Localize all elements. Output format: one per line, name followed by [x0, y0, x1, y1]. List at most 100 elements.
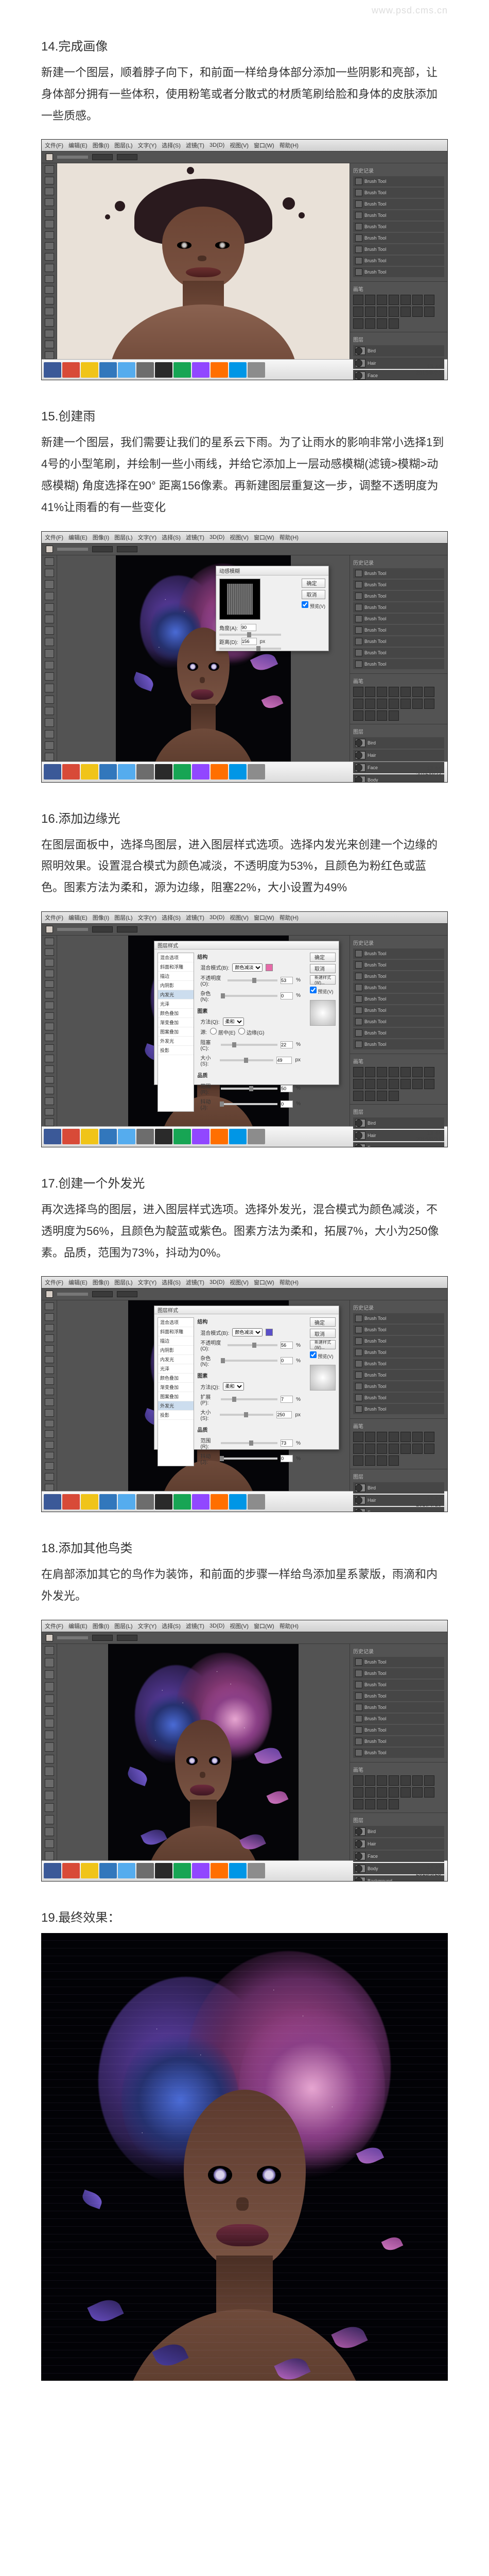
brush-preset[interactable]	[353, 699, 363, 709]
brush-preset[interactable]	[389, 1079, 399, 1089]
menu-item[interactable]: 窗口(W)	[254, 1622, 274, 1630]
brush-preset[interactable]	[424, 1079, 434, 1089]
menu-item[interactable]: 编辑(E)	[68, 141, 88, 149]
tool[interactable]	[45, 569, 54, 577]
brush-preset[interactable]	[353, 1432, 363, 1442]
history-item[interactable]: Brush Tool	[353, 1325, 444, 1335]
history-item[interactable]: Brush Tool	[353, 1028, 444, 1038]
history-item[interactable]: Brush Tool	[353, 1347, 444, 1358]
taskbar-icon[interactable]	[173, 764, 191, 779]
opacity-input[interactable]	[281, 977, 293, 984]
tool[interactable]	[45, 741, 54, 750]
style-list[interactable]: 混合选项斜面和浮雕描边内阴影内发光光泽颜色叠加渐变叠加图案叠加外发光投影	[158, 1317, 194, 1466]
color-chip[interactable]	[266, 1329, 273, 1336]
menu-item[interactable]: 图层(L)	[114, 1278, 132, 1286]
brush-preset[interactable]	[365, 307, 375, 317]
tool[interactable]	[45, 684, 54, 692]
taskbar-icon[interactable]	[118, 1494, 135, 1510]
distance-input[interactable]	[241, 638, 257, 645]
taskbar-icon[interactable]	[211, 1129, 228, 1144]
noise-input[interactable]	[281, 1357, 293, 1364]
taskbar-icon[interactable]	[81, 362, 98, 378]
brush-preset[interactable]	[389, 1444, 399, 1454]
brush-preset[interactable]	[389, 1067, 399, 1077]
tool[interactable]	[45, 1767, 54, 1775]
taskbar-icon[interactable]	[62, 362, 80, 378]
tool[interactable]	[45, 308, 54, 315]
brush-preset[interactable]	[389, 318, 399, 329]
taskbar-icon[interactable]	[99, 362, 117, 378]
brush-preset[interactable]	[412, 1775, 423, 1786]
tool[interactable]	[45, 603, 54, 612]
tool[interactable]	[45, 696, 54, 704]
tool[interactable]	[45, 264, 54, 272]
history-item[interactable]: Brush Tool	[353, 1005, 444, 1015]
size-input[interactable]	[276, 1057, 292, 1064]
tool[interactable]	[45, 1658, 54, 1667]
menu-item[interactable]: 3D(D)	[209, 1279, 224, 1285]
style-list-item[interactable]: 内阴影	[158, 981, 194, 990]
menu-item[interactable]: 文件(F)	[45, 533, 63, 541]
tool[interactable]	[45, 1023, 54, 1030]
taskbar-icon[interactable]	[192, 764, 209, 779]
taskbar-icon[interactable]	[136, 1129, 154, 1144]
tool[interactable]	[45, 592, 54, 600]
history-item[interactable]: Brush Tool	[353, 1748, 444, 1758]
brush-preset[interactable]	[365, 687, 375, 697]
history-item[interactable]: Brush Tool	[353, 982, 444, 993]
taskbar-icon[interactable]	[248, 1494, 265, 1510]
taskbar-icon[interactable]	[173, 1863, 191, 1878]
preview-checkbox[interactable]: 预览(V)	[310, 1351, 336, 1360]
style-list-item[interactable]: 外发光	[158, 1401, 194, 1411]
style-list-item[interactable]: 颜色叠加	[158, 1374, 194, 1383]
opacity-input[interactable]	[281, 1342, 293, 1349]
menu-item[interactable]: 选择(S)	[162, 141, 181, 149]
brush-preset[interactable]	[400, 1444, 411, 1454]
history-item[interactable]: Brush Tool	[353, 256, 444, 266]
brush-preset[interactable]	[389, 307, 399, 317]
brush-preset[interactable]	[365, 1432, 375, 1442]
history-item[interactable]: Brush Tool	[353, 1725, 444, 1735]
brush-preset[interactable]	[377, 1799, 387, 1809]
tool[interactable]	[45, 730, 54, 738]
brush-preset[interactable]	[400, 1787, 411, 1798]
tool[interactable]	[45, 1851, 54, 1860]
menu-item[interactable]: 图层(L)	[114, 1622, 132, 1630]
menu-item[interactable]: 视图(V)	[230, 141, 249, 149]
history-item[interactable]: Brush Tool	[353, 1714, 444, 1724]
taskbar-icon[interactable]	[229, 764, 247, 779]
taskbar-icon[interactable]	[173, 1129, 191, 1144]
tool[interactable]	[45, 1388, 54, 1396]
taskbar-icon[interactable]	[136, 764, 154, 779]
ok-button[interactable]: 确定	[310, 953, 336, 962]
taskbar-icon[interactable]	[99, 1129, 117, 1144]
tool[interactable]	[45, 1682, 54, 1691]
tool[interactable]	[45, 753, 54, 761]
choke-input[interactable]	[281, 1396, 293, 1403]
menu-item[interactable]: 帮助(H)	[280, 141, 299, 149]
tool[interactable]	[45, 1430, 54, 1438]
brush-preset[interactable]	[400, 687, 411, 697]
style-list-item[interactable]: 描边	[158, 1336, 194, 1346]
history-item[interactable]: Brush Tool	[353, 625, 444, 635]
brush-preset[interactable]	[400, 1775, 411, 1786]
history-item[interactable]: Brush Tool	[353, 602, 444, 613]
brush-preset[interactable]	[365, 710, 375, 721]
jitter-input[interactable]	[281, 1455, 293, 1462]
tool[interactable]	[45, 1839, 54, 1848]
tool[interactable]	[45, 991, 54, 998]
history-item[interactable]: Brush Tool	[353, 1691, 444, 1701]
taskbar-icon[interactable]	[44, 1129, 61, 1144]
menu-item[interactable]: 文字(Y)	[138, 1622, 157, 1630]
brush-preset[interactable]	[424, 1432, 434, 1442]
layer-item[interactable]: Hair	[353, 1838, 444, 1850]
history-item[interactable]: Brush Tool	[353, 971, 444, 981]
menu-item[interactable]: 选择(S)	[162, 913, 181, 922]
taskbar-icon[interactable]	[44, 362, 61, 378]
menu-item[interactable]: 图像(I)	[93, 1622, 109, 1630]
taskbar-icon[interactable]	[192, 1863, 209, 1878]
menu-item[interactable]: 滤镜(T)	[186, 1278, 204, 1286]
tool[interactable]	[45, 1324, 54, 1332]
history-item[interactable]: Brush Tool	[353, 568, 444, 579]
taskbar-icon[interactable]	[229, 1863, 247, 1878]
